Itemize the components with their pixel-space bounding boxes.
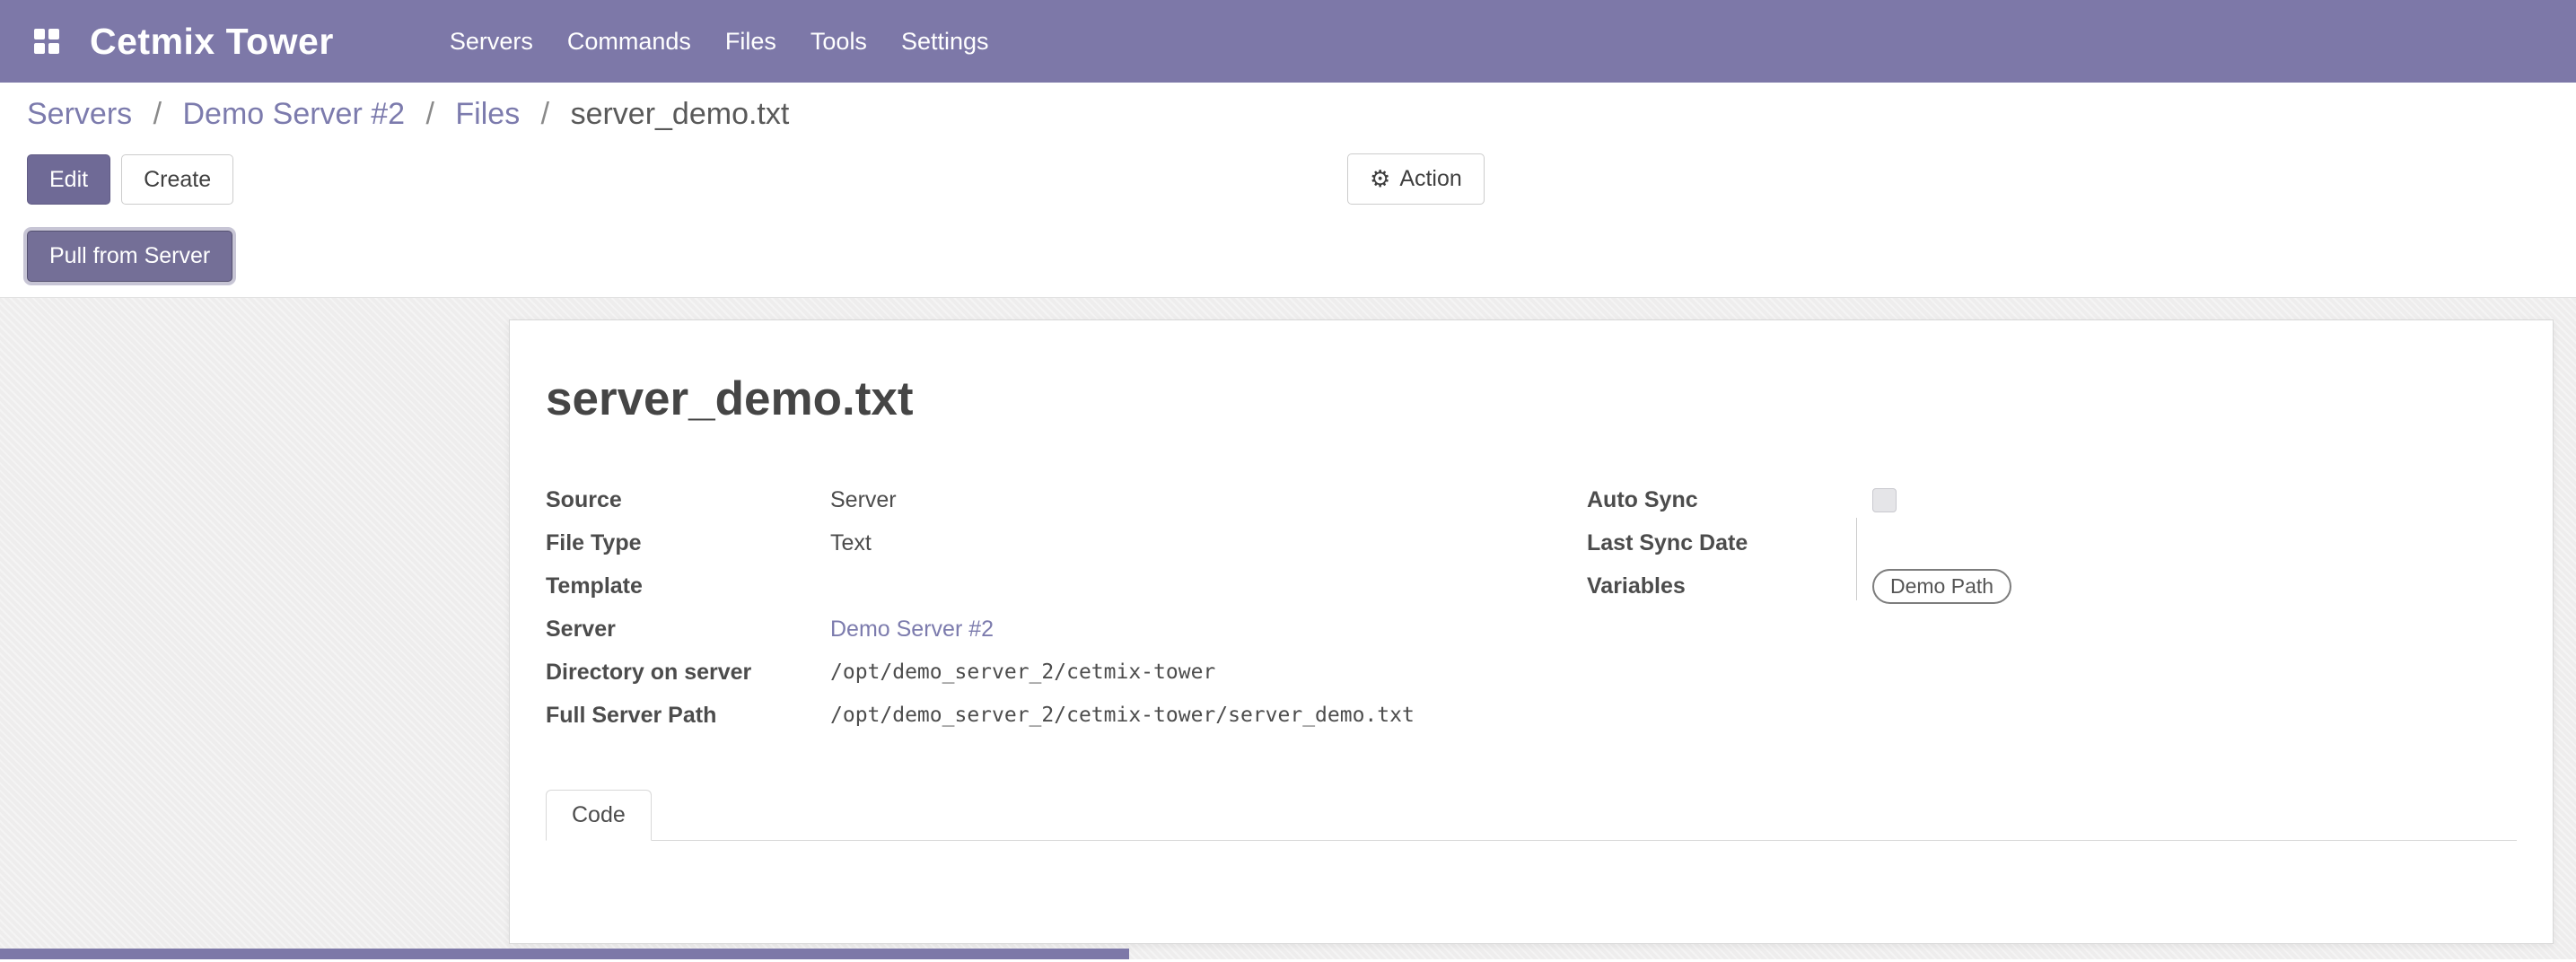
control-panel: Servers / Demo Server #2 / Files / serve… xyxy=(0,83,2576,298)
apps-grid-icon xyxy=(34,29,59,54)
breadcrumb-separator: / xyxy=(426,97,434,131)
edit-button[interactable]: Edit xyxy=(27,154,110,206)
field-grid: Source Server File Type Text Template Se… xyxy=(546,478,2517,737)
create-button[interactable]: Create xyxy=(121,154,233,206)
field-label-auto-sync: Auto Sync xyxy=(1587,487,1872,513)
action-button-label: Action xyxy=(1399,164,1461,194)
navbar-brand[interactable]: Cetmix Tower xyxy=(90,21,334,63)
breadcrumb-current: server_demo.txt xyxy=(571,97,790,131)
nav-menu-files[interactable]: Files xyxy=(708,0,793,83)
field-value-full-server-path: /opt/demo_server_2/cetmix-tower/server_d… xyxy=(830,704,1415,727)
pull-from-server-button[interactable]: Pull from Server xyxy=(27,231,232,282)
field-label-last-sync-date: Last Sync Date xyxy=(1587,530,1872,556)
field-value-directory-on-server: /opt/demo_server_2/cetmix-tower xyxy=(830,660,1215,684)
field-label-file-type: File Type xyxy=(546,530,830,556)
top-navbar: Cetmix Tower Servers Commands Files Tool… xyxy=(0,0,2576,83)
content-area: server_demo.txt Source Server File Type … xyxy=(0,298,2576,959)
field-row: File Type Text xyxy=(546,521,1531,564)
field-row: Variables Demo Path xyxy=(1587,564,2517,608)
nav-menu-tools[interactable]: Tools xyxy=(793,0,884,83)
field-group-left: Source Server File Type Text Template Se… xyxy=(546,478,1531,737)
field-row: Full Server Path /opt/demo_server_2/cetm… xyxy=(546,694,1531,737)
notebook-tab-bar: Code xyxy=(546,789,2517,841)
breadcrumb-separator: / xyxy=(153,97,162,131)
field-label-full-server-path: Full Server Path xyxy=(546,703,830,729)
auto-sync-checkbox[interactable] xyxy=(1872,488,1897,512)
nav-menu-settings[interactable]: Settings xyxy=(884,0,1006,83)
field-label-template: Template xyxy=(546,573,830,599)
field-label-server: Server xyxy=(546,617,830,643)
bottom-strip xyxy=(0,949,1129,959)
field-row: Directory on server /opt/demo_server_2/c… xyxy=(546,651,1531,694)
tab-code[interactable]: Code xyxy=(546,790,652,841)
breadcrumb-link-demo-server-2[interactable]: Demo Server #2 xyxy=(183,97,406,131)
gear-icon: ⚙ xyxy=(1370,167,1390,190)
field-row: Source Server xyxy=(546,478,1531,521)
field-label-directory-on-server: Directory on server xyxy=(546,660,830,686)
apps-menu-button[interactable] xyxy=(27,22,66,61)
action-button[interactable]: ⚙ Action xyxy=(1347,153,1485,205)
field-label-variables: Variables xyxy=(1587,573,1872,599)
field-row: Server Demo Server #2 xyxy=(546,608,1531,651)
field-row: Auto Sync xyxy=(1587,478,2517,521)
toolbar-button-row: Edit Create ⚙ Action xyxy=(27,153,2549,206)
field-value-file-type: Text xyxy=(830,530,872,556)
field-label-source: Source xyxy=(546,487,830,513)
breadcrumb-link-files[interactable]: Files xyxy=(455,97,520,131)
field-group-right: Auto Sync Last Sync Date Variables Demo … xyxy=(1531,478,2517,737)
breadcrumb-separator: / xyxy=(541,97,549,131)
variable-tag-demo-path: Demo Path xyxy=(1872,569,2011,604)
form-sheet: server_demo.txt Source Server File Type … xyxy=(509,319,2554,944)
nav-menu-servers[interactable]: Servers xyxy=(433,0,550,83)
navbar-menu: Servers Commands Files Tools Settings xyxy=(433,0,1006,83)
field-row: Template xyxy=(546,564,1531,608)
breadcrumb: Servers / Demo Server #2 / Files / serve… xyxy=(27,97,2549,132)
nav-menu-commands[interactable]: Commands xyxy=(550,0,708,83)
breadcrumb-link-servers[interactable]: Servers xyxy=(27,97,132,131)
server-record-link[interactable]: Demo Server #2 xyxy=(830,617,994,642)
field-value-source: Server xyxy=(830,487,897,513)
page-title: server_demo.txt xyxy=(546,371,2517,428)
field-column-divider xyxy=(1856,518,1857,600)
server-actions-row: Pull from Server xyxy=(27,231,2549,283)
field-row: Last Sync Date xyxy=(1587,521,2517,564)
